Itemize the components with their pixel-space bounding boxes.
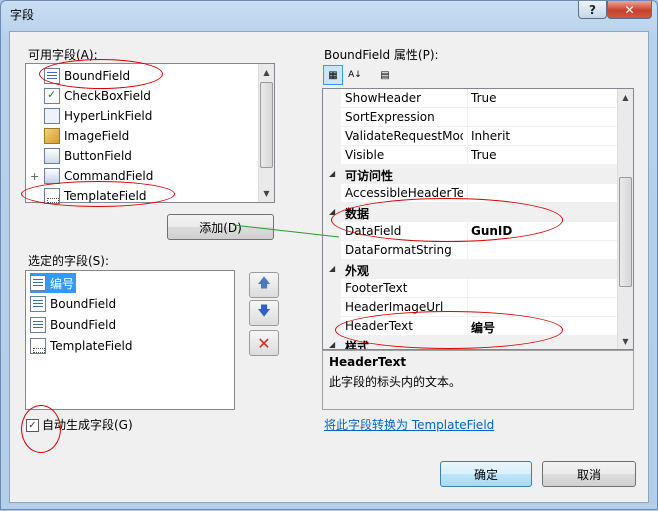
- annotation-line: [232, 224, 340, 238]
- fields-dialog: 字段 ? ✕ 可用字段(A): BoundField CheckBoxField…: [0, 0, 658, 510]
